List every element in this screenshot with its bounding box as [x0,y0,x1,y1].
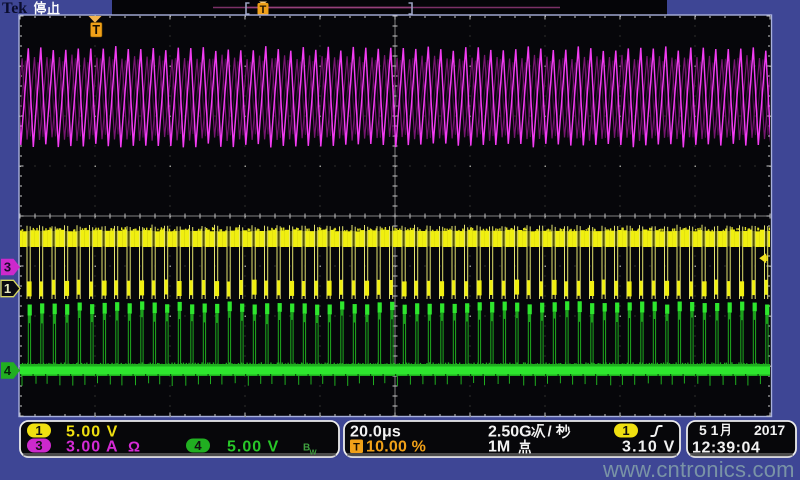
svg-text:10.00 %: 10.00 % [366,439,426,456]
svg-text:3.00 A: 3.00 A [66,439,119,456]
svg-text:3: 3 [4,260,11,275]
svg-text:5 1: 5 1 [699,422,719,438]
svg-text:3: 3 [35,438,42,453]
svg-text:3.10 V: 3.10 V [622,439,675,456]
svg-text:4: 4 [4,363,12,378]
svg-text:T: T [353,442,360,454]
svg-text:1: 1 [622,423,629,438]
svg-text:1: 1 [35,423,42,438]
svg-text:T: T [92,23,100,37]
svg-text:www.cntronics.com: www.cntronics.com [602,457,795,480]
svg-text:5.00 V: 5.00 V [227,439,279,456]
svg-text:2017: 2017 [754,422,785,438]
svg-text:12:39:04: 12:39:04 [692,440,760,457]
svg-text:4: 4 [194,438,202,453]
svg-text:T: T [260,4,267,16]
svg-text:1: 1 [4,281,11,296]
svg-text:Ω: Ω [128,439,140,456]
svg-text:W: W [310,448,318,457]
svg-text:1M: 1M [488,439,510,456]
